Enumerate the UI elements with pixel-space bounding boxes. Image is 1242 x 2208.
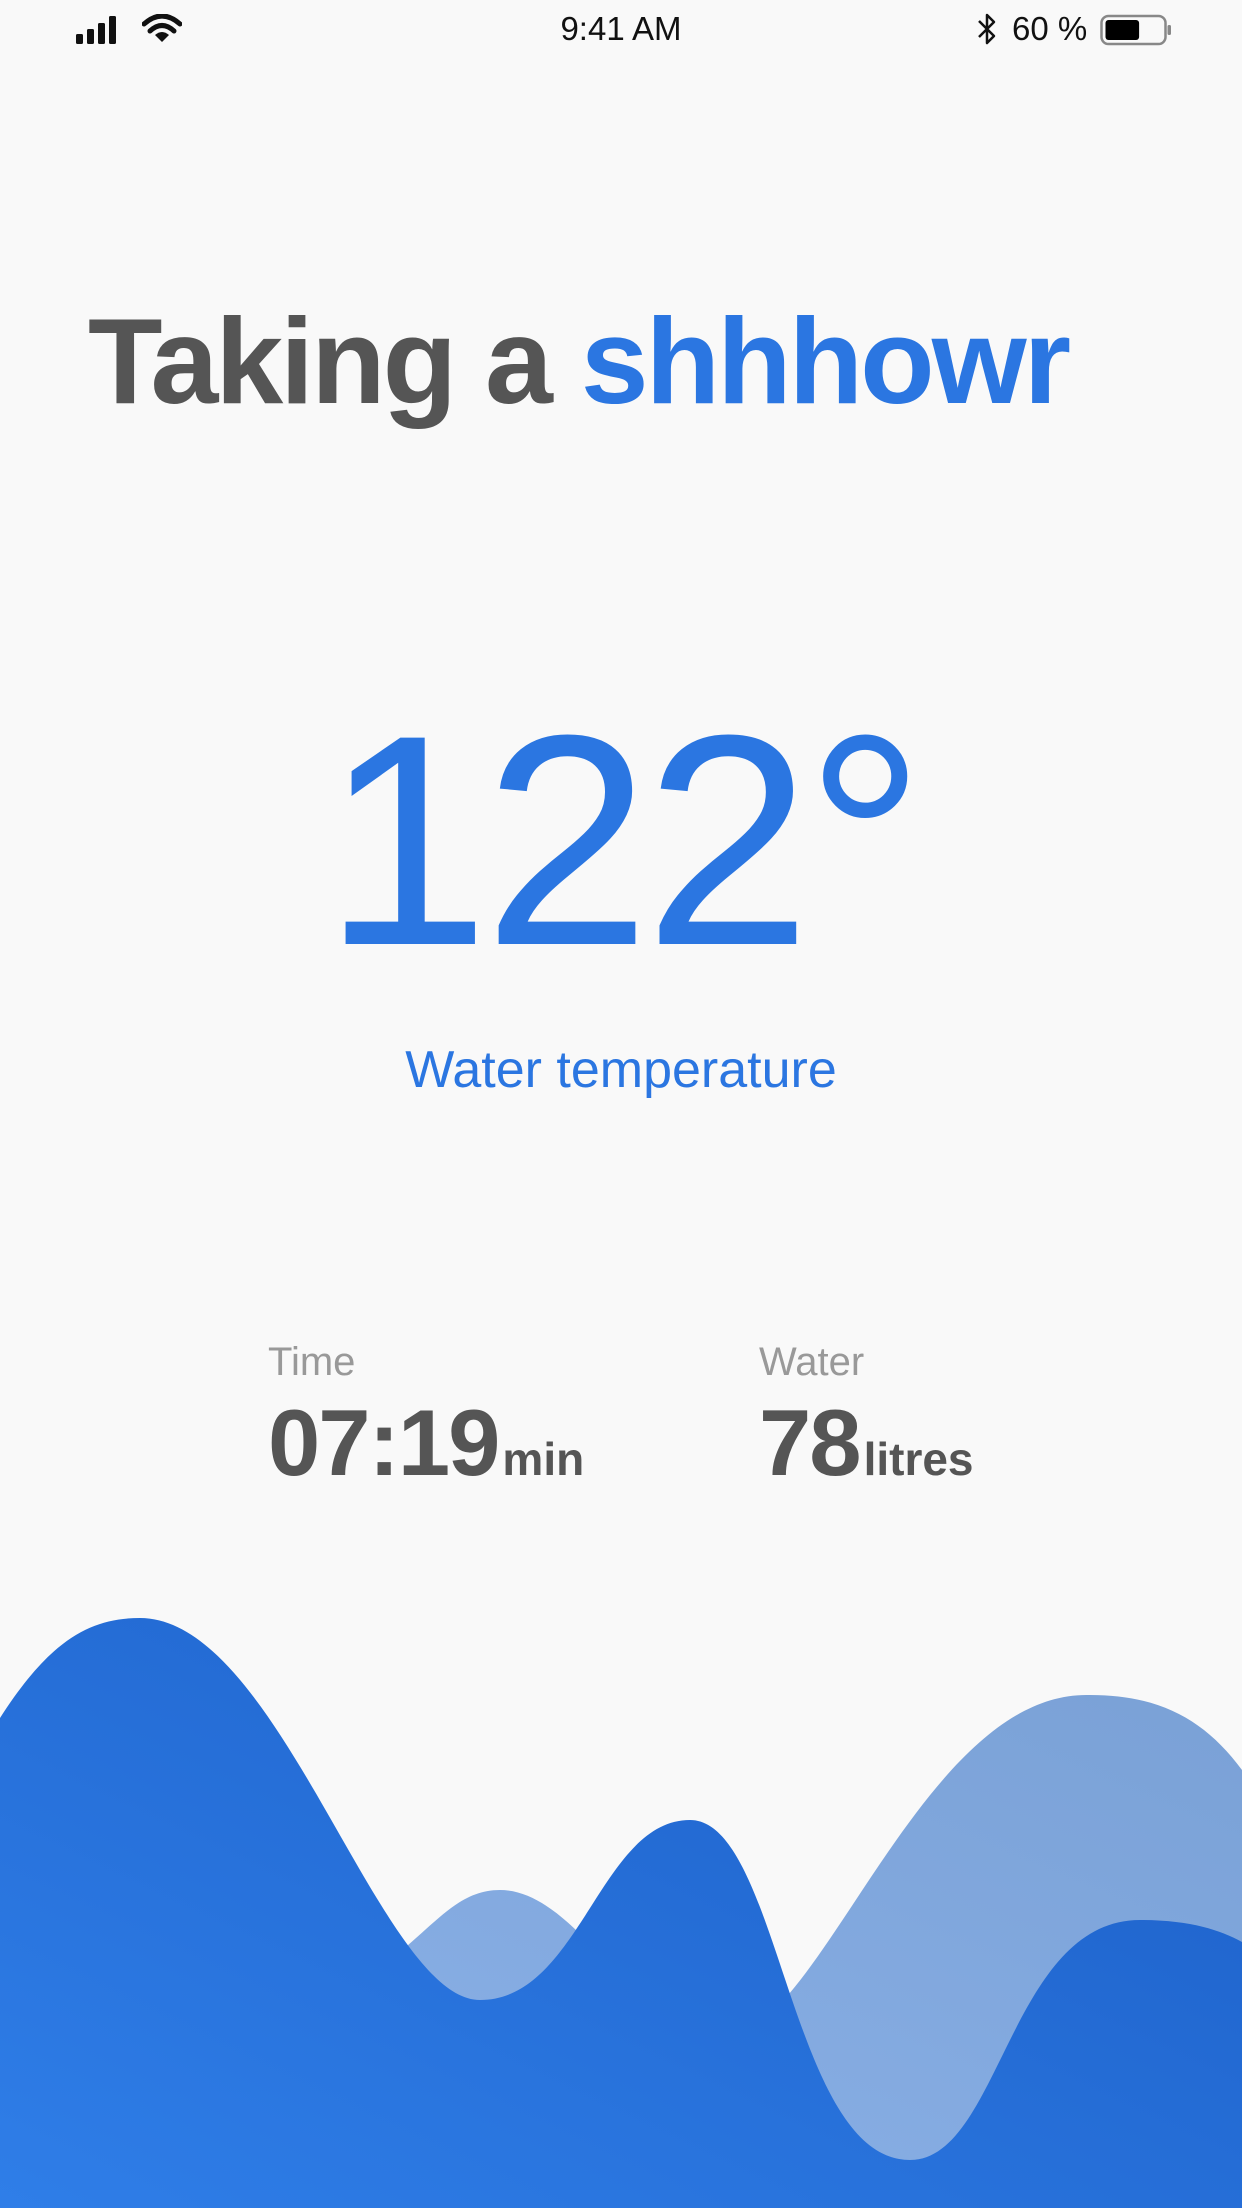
time-stat: Time 07:19min [268,1340,584,1497]
water-unit: litres [863,1433,974,1485]
wave-illustration [0,1618,1242,2208]
temperature-label: Water temperature [405,1041,837,1099]
battery-icon [1100,14,1171,46]
title-prefix: Taking a [88,293,553,429]
battery-percent: 60 % [1012,10,1088,47]
title-highlight: shhhowr [580,293,1071,429]
water-stat: Water 78litres [759,1340,974,1497]
time-label: Time [268,1340,356,1384]
bluetooth-icon [978,13,996,45]
water-value: 78 [759,1390,862,1495]
water-label: Water [759,1340,865,1384]
time-unit: min [502,1433,585,1485]
status-bar: 9:41 AM 60 % [0,0,1242,62]
page-title: Taking a shhhowr [88,300,1071,422]
temperature-value: 122° [322,672,926,1008]
time-value: 07:19 [268,1390,500,1495]
